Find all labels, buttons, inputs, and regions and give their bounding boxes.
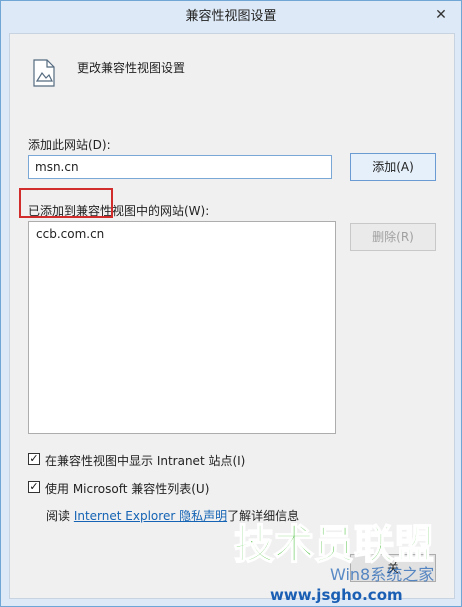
watermark-overlay: Win8系统之家 [330,565,434,584]
title-bar: 兼容性视图设置 ✕ [1,1,461,33]
watermark-title: 技术员联盟 [234,522,434,568]
highlight-annotation [19,188,113,218]
sites-listbox[interactable]: ccb.com.cn [28,221,336,434]
ms-list-checkbox[interactable]: ✓ [28,481,40,493]
privacy-prefix: 阅读 [46,509,74,523]
checkmark-icon: ✓ [29,480,39,493]
add-site-label: 添加此网站(D): [28,138,111,152]
list-item[interactable]: ccb.com.cn [36,227,104,241]
intranet-checkbox[interactable]: ✓ [28,453,40,465]
remove-button[interactable]: 删除(R) [350,223,436,251]
checkmark-icon: ✓ [29,452,39,465]
page-title: 更改兼容性视图设置 [77,61,186,75]
window-title: 兼容性视图设置 [185,9,277,24]
watermark-url: www.jsgho.com [270,586,403,604]
site-watermark: 技术员联盟 Win8系统之家 www.jsgho.com [233,521,435,604]
close-icon: ✕ [435,7,447,23]
window-close-button[interactable]: ✕ [430,5,452,25]
image-file-icon [33,59,55,87]
add-button[interactable]: 添加(A) [350,153,436,181]
intranet-checkbox-label: 在兼容性视图中显示 Intranet 站点(I) [45,454,246,468]
privacy-statement-link[interactable]: Internet Explorer 隐私声明 [74,509,227,523]
ms-list-checkbox-label: 使用 Microsoft 兼容性列表(U) [45,482,210,496]
add-site-input[interactable]: msn.cn [28,155,332,179]
